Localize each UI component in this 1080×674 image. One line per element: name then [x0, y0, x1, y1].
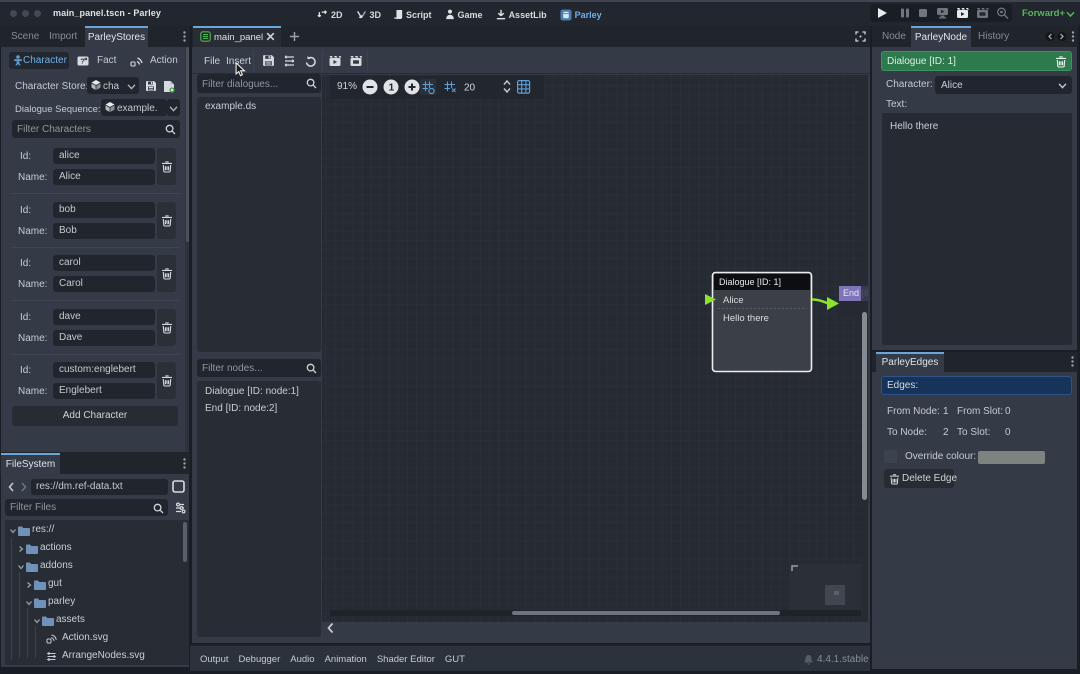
- svg-text:20: 20: [464, 83, 476, 94]
- svg-text:1: 1: [389, 83, 395, 94]
- svg-text:Alice: Alice: [723, 295, 744, 306]
- svg-text:Hello there: Hello there: [723, 313, 769, 324]
- svg-text:?: ?: [80, 57, 85, 66]
- svg-text:Dialogue [ID: 1]: Dialogue [ID: 1]: [719, 277, 781, 287]
